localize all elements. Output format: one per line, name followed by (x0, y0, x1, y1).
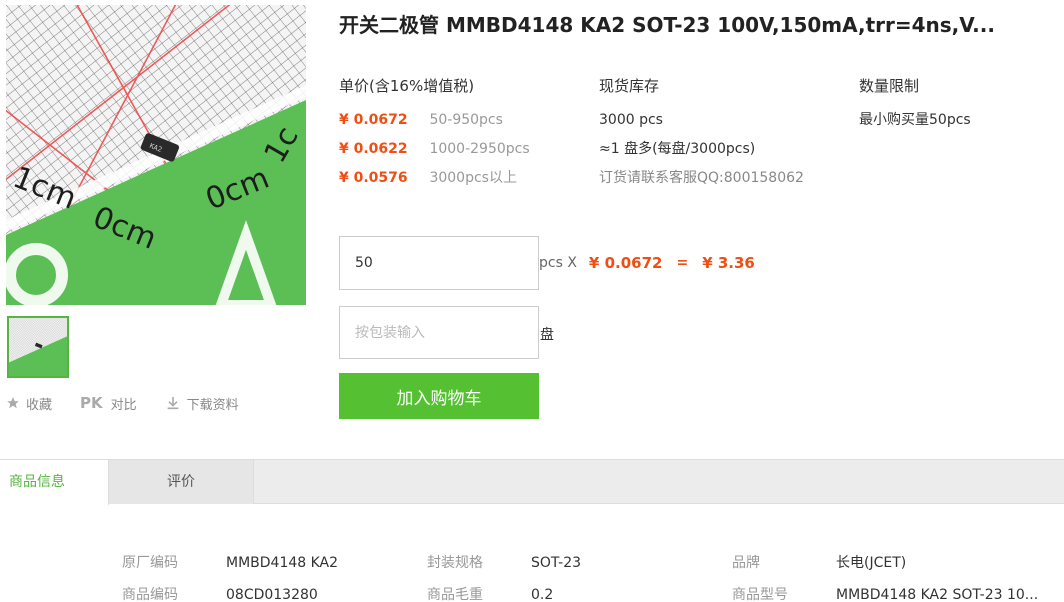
price-section: 单价(含16%增值税) ¥ 0.0672 50-950pcs ¥ 0.0622 … (339, 76, 530, 197)
download-icon (165, 395, 181, 411)
spec-value: 0.2 (531, 587, 554, 602)
add-to-cart-button[interactable]: 加入购物车 (339, 373, 539, 419)
spec-value: 长电(JCET) (836, 555, 907, 571)
spec-value: SOT-23 (531, 555, 582, 571)
thumbnail-photo (9, 318, 67, 376)
spec-value: MMBD4148 KA2 (226, 555, 339, 571)
quantity-input[interactable] (339, 236, 539, 290)
limit-header: 数量限制 (859, 77, 920, 95)
detail-tabs: 商品信息 评价 (0, 459, 1064, 505)
price-tier: ¥ 0.0622 1000-2950pcs (339, 139, 530, 168)
tab-product-info[interactable]: 商品信息 (0, 460, 109, 505)
tier-price: ¥ 0.0622 (339, 141, 408, 157)
spec-item: 品牌 长电(JCET) (732, 552, 906, 572)
product-title: 开关二极管 MMBD4148 KA2 SOT-23 100V,150mA,trr… (339, 13, 995, 37)
spec-item: 封装规格 SOT-23 (427, 552, 581, 572)
price-tier: ¥ 0.0576 3000pcs以上 (339, 168, 530, 197)
spec-item: 原厂编码 MMBD4148 KA2 (122, 552, 338, 572)
favorite-label: 收藏 (26, 397, 53, 413)
stock-header: 现货库存 (599, 77, 660, 95)
spec-item: 商品毛重 0.2 (427, 584, 553, 602)
stock-reels: ≈1 盘多(每盘/3000pcs) (599, 141, 756, 157)
reel-unit-label: 盘 (540, 327, 554, 343)
price-header: 单价(含16%增值税) (339, 77, 475, 95)
tier-price: ¥ 0.0672 (339, 112, 408, 128)
spec-item: 商品型号 MMBD4148 KA2 SOT-23 10... (732, 584, 1038, 602)
spec-item: 商品编码 08CD013280 (122, 584, 318, 602)
spec-key: 商品编码 (122, 587, 178, 602)
tab-reviews[interactable]: 评价 (109, 460, 254, 504)
total-price: ¥ 3.36 (702, 254, 755, 272)
spec-value: 08CD013280 (226, 587, 318, 602)
tier-range: 50-950pcs (429, 112, 503, 128)
favorite-action[interactable]: 收藏 (6, 394, 52, 413)
stock-qty: 3000 pcs (599, 112, 663, 128)
spec-value: MMBD4148 KA2 SOT-23 10... (836, 587, 1039, 602)
spec-key: 商品型号 (732, 587, 788, 602)
order-contact-note: 订货请联系客服QQ:800158062 (599, 170, 804, 186)
tier-range: 1000-2950pcs (429, 141, 530, 157)
quantity-unit: pcs X (539, 255, 577, 271)
price-calculation: pcs X ¥ 0.0672 = ¥ 3.36 (539, 254, 755, 272)
spec-key: 商品毛重 (427, 587, 483, 602)
product-photo: KA2 1cm 0cm 0cm 1c (6, 5, 306, 305)
spec-key: 品牌 (732, 555, 760, 571)
spec-key: 原厂编码 (122, 555, 178, 571)
spec-key: 封装规格 (427, 555, 483, 571)
limit-section: 数量限制 最小购买量50pcs (859, 76, 971, 139)
tier-price: ¥ 0.0576 (339, 170, 408, 186)
equals-sign: = (676, 255, 689, 271)
star-icon (6, 396, 20, 410)
reel-quantity-input[interactable] (339, 306, 539, 359)
thumbnail-image[interactable] (7, 316, 69, 378)
download-label: 下载资料 (186, 397, 239, 413)
tier-range: 3000pcs以上 (429, 170, 517, 186)
product-actions: 收藏 PK 对比 下载资料 (6, 393, 267, 413)
compare-label: 对比 (110, 397, 137, 413)
download-action[interactable]: 下载资料 (165, 394, 239, 413)
price-tier: ¥ 0.0672 50-950pcs (339, 110, 530, 139)
stock-section: 现货库存 3000 pcs ≈1 盘多(每盘/3000pcs) 订货请联系客服Q… (599, 76, 804, 197)
product-image[interactable]: KA2 1cm 0cm 0cm 1c (6, 5, 306, 305)
compare-action[interactable]: PK 对比 (80, 394, 137, 413)
unit-price: ¥ 0.0672 (588, 254, 663, 272)
min-purchase: 最小购买量50pcs (859, 112, 971, 128)
pk-icon: PK (80, 394, 103, 412)
